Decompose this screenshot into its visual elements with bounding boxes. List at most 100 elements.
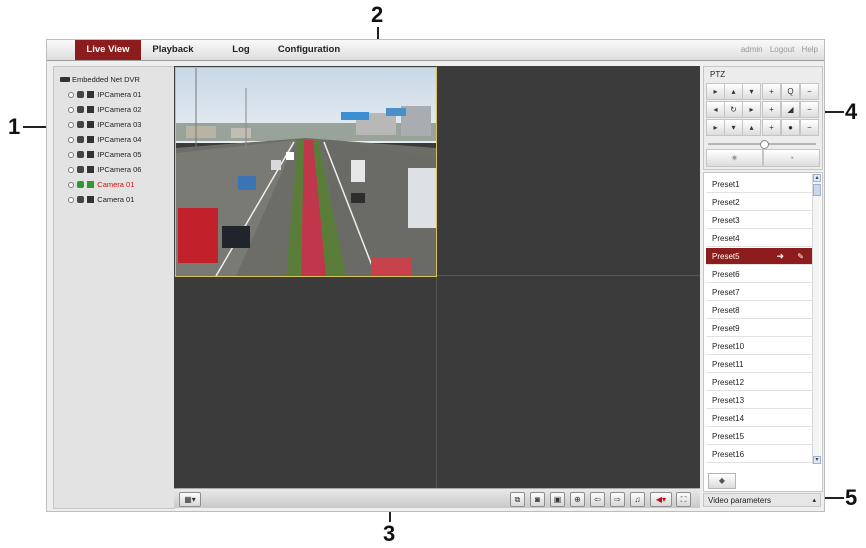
- scroll-down-icon[interactable]: ▾: [813, 456, 821, 464]
- preset-label: Preset9: [712, 324, 740, 333]
- arrow-up-right-icon: ▾: [749, 87, 754, 96]
- zoom-in-button[interactable]: +: [762, 83, 781, 100]
- preset-item[interactable]: Preset7: [706, 284, 812, 301]
- scroll-up-icon[interactable]: ▴: [813, 174, 821, 182]
- two-way-audio-button[interactable]: ♫: [630, 492, 645, 507]
- preset-item[interactable]: Preset10: [706, 338, 812, 355]
- preset-label: Preset15: [712, 432, 745, 441]
- logout-link[interactable]: Logout: [770, 45, 794, 54]
- fullscreen-icon: ⛶: [680, 495, 687, 504]
- zoom-out-button[interactable]: −: [800, 83, 819, 100]
- preset-label: Preset12: [712, 378, 745, 387]
- preset-item[interactable]: Preset13: [706, 392, 812, 409]
- ptz-title: PTZ: [710, 70, 726, 79]
- stop-all-icon: ⧉: [514, 495, 521, 504]
- preset-item[interactable]: Preset3: [706, 212, 812, 229]
- preset-label: Preset13: [712, 396, 745, 405]
- ptz-down-right-button[interactable]: ▴: [742, 119, 761, 136]
- arrow-down-right-icon: ▴: [749, 123, 754, 132]
- tab-log[interactable]: Log: [221, 40, 261, 60]
- preset-item[interactable]: Preset1: [706, 176, 812, 193]
- preset-icon: ◆: [718, 476, 726, 485]
- auto-rotate-icon: ↻: [730, 105, 737, 114]
- window-layout-button[interactable]: ▦▾: [179, 492, 201, 507]
- arrow-right-icon: ▸: [749, 105, 754, 114]
- preset-item[interactable]: Preset11: [706, 356, 812, 373]
- wiper-icon: ◔: [788, 153, 795, 163]
- stream-status-icon: [68, 122, 74, 128]
- record-status-icon: [77, 151, 85, 158]
- iris-open-button[interactable]: +: [762, 119, 781, 136]
- light-icon: ✷: [730, 153, 739, 163]
- scrollbar-thumb[interactable]: [813, 184, 821, 196]
- preset-label: Preset6: [712, 270, 740, 279]
- preset-item[interactable]: Preset8: [706, 302, 812, 319]
- tree-item-ipcamera-06[interactable]: IPCamera 06: [68, 164, 141, 175]
- edit-preset-icon[interactable]: ✎: [797, 248, 804, 265]
- ptz-up-left-button[interactable]: ▸: [706, 83, 725, 100]
- ptz-up-right-button[interactable]: ▾: [742, 83, 761, 100]
- right-control-panel: PTZ ▸ ▴ ▾ + Q − ◂ ↻ ▸ + ◢ − ▸ ▾ ▴ + ● −: [703, 66, 823, 507]
- preset-label: Preset10: [712, 342, 745, 351]
- tree-item-camera-01-active[interactable]: Camera 01: [68, 179, 134, 190]
- tree-item-label: IPCamera 03: [97, 120, 142, 129]
- ptz-left-button[interactable]: ◂: [706, 101, 725, 118]
- preset-item[interactable]: Preset16: [706, 446, 812, 463]
- expand-icon[interactable]: ▴: [812, 494, 816, 508]
- digital-zoom-button[interactable]: ⊕: [570, 492, 585, 507]
- video-window-2[interactable]: [438, 67, 699, 274]
- capture-button[interactable]: ◙: [530, 492, 545, 507]
- preset-item[interactable]: Preset9: [706, 320, 812, 337]
- help-link[interactable]: Help: [802, 45, 818, 54]
- full-screen-button[interactable]: ⛶: [676, 492, 691, 507]
- tree-item-ipcamera-01[interactable]: IPCamera 01: [68, 89, 141, 100]
- next-page-button[interactable]: ⇨: [610, 492, 625, 507]
- tree-item-camera-01[interactable]: Camera 01: [68, 194, 134, 205]
- preset-item[interactable]: Preset14: [706, 410, 812, 427]
- preset-item[interactable]: Preset4: [706, 230, 812, 247]
- iris-close-button[interactable]: −: [800, 119, 819, 136]
- preset-scrollbar[interactable]: ▴ ▾: [812, 174, 821, 464]
- tree-item-ipcamera-04[interactable]: IPCamera 04: [68, 134, 141, 145]
- video-window-3[interactable]: [175, 277, 435, 487]
- device-tree-panel: Embedded Net DVR IPCamera 01 IPCamera 02…: [53, 66, 175, 509]
- wiper-button[interactable]: ◔: [763, 149, 820, 167]
- ptz-auto-button[interactable]: ↻: [724, 101, 743, 118]
- preset-tab-button[interactable]: ◆: [708, 473, 736, 489]
- tab-live-view[interactable]: Live View: [75, 40, 141, 60]
- focus-far-button[interactable]: −: [800, 101, 819, 118]
- video-parameters-bar[interactable]: Video parameters ▴: [703, 493, 821, 507]
- tree-item-ipcamera-05[interactable]: IPCamera 05: [68, 149, 141, 160]
- plus-icon: +: [769, 105, 774, 114]
- ptz-up-button[interactable]: ▴: [724, 83, 743, 100]
- preset-item-selected[interactable]: Preset5 ➜ ✎: [706, 248, 812, 265]
- tree-item-ipcamera-03[interactable]: IPCamera 03: [68, 119, 141, 130]
- tab-playback[interactable]: Playback: [145, 40, 201, 60]
- tab-configuration[interactable]: Configuration: [273, 40, 345, 60]
- previous-page-button[interactable]: ⇦: [590, 492, 605, 507]
- preset-item[interactable]: Preset12: [706, 374, 812, 391]
- tree-item-ipcamera-02[interactable]: IPCamera 02: [68, 104, 141, 115]
- preset-item[interactable]: Preset6: [706, 266, 812, 283]
- light-button[interactable]: ✷: [706, 149, 763, 167]
- ptz-down-left-button[interactable]: ▸: [706, 119, 725, 136]
- preset-item[interactable]: Preset2: [706, 194, 812, 211]
- stop-all-preview-button[interactable]: ⧉: [510, 492, 525, 507]
- video-window-1[interactable]: [175, 67, 437, 277]
- stream-status-icon: [68, 107, 74, 113]
- video-window-4[interactable]: [438, 277, 699, 487]
- minus-icon: −: [807, 123, 812, 132]
- ptz-down-button[interactable]: ▾: [724, 119, 743, 136]
- call-preset-icon[interactable]: ➜: [776, 248, 784, 265]
- preset-label: Preset14: [712, 414, 745, 423]
- zoom-icon: Q: [787, 87, 794, 96]
- slider-handle[interactable]: [760, 140, 769, 149]
- tree-root-dvr[interactable]: Embedded Net DVR: [60, 75, 140, 84]
- highway-video-frame: [176, 68, 436, 276]
- ptz-speed-slider[interactable]: [708, 140, 816, 149]
- ptz-right-button[interactable]: ▸: [742, 101, 761, 118]
- focus-near-button[interactable]: +: [762, 101, 781, 118]
- preset-item[interactable]: Preset15: [706, 428, 812, 445]
- audio-button[interactable]: ◀▾: [650, 492, 672, 507]
- record-button[interactable]: ▣: [550, 492, 565, 507]
